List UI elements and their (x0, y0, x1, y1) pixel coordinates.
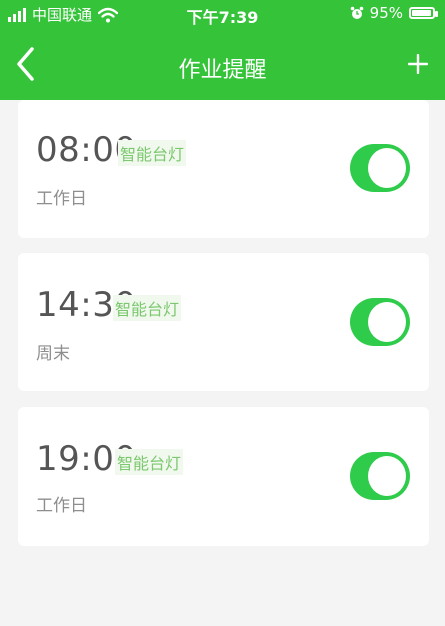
reminder-toggle[interactable] (350, 298, 410, 346)
status-bar: 中国联通 下午7:39 95% (0, 0, 445, 30)
reminder-toggle[interactable] (350, 144, 410, 192)
toggle-knob (368, 148, 406, 188)
repeat-label: 周末 (36, 344, 70, 364)
device-tag: 智能台灯 (113, 295, 182, 321)
status-right: 95% (350, 4, 438, 22)
nav-bar: 作业提醒 (0, 38, 445, 94)
page-title: 作业提醒 (178, 58, 267, 83)
alarm-icon (350, 6, 363, 19)
toggle-knob (368, 456, 406, 496)
battery-icon (409, 7, 438, 19)
device-tag: 智能台灯 (118, 140, 187, 166)
battery-percent: 95% (369, 4, 403, 22)
add-reminder-button[interactable] (401, 46, 435, 82)
battery-fill (412, 10, 431, 16)
reminder-card[interactable]: 14:30 智能台灯 周末 (18, 253, 429, 391)
plus-icon (408, 54, 428, 74)
reminder-card[interactable]: 19:00 智能台灯 工作日 (18, 407, 429, 546)
repeat-label: 工作日 (36, 189, 87, 209)
toggle-knob (368, 302, 406, 342)
repeat-label: 工作日 (36, 496, 87, 516)
reminder-toggle[interactable] (350, 452, 410, 500)
app-header: 中国联通 下午7:39 95% 作业提醒 (0, 0, 445, 100)
reminder-card[interactable]: 08:00 智能台灯 工作日 (18, 100, 429, 238)
device-tag: 智能台灯 (115, 449, 184, 475)
